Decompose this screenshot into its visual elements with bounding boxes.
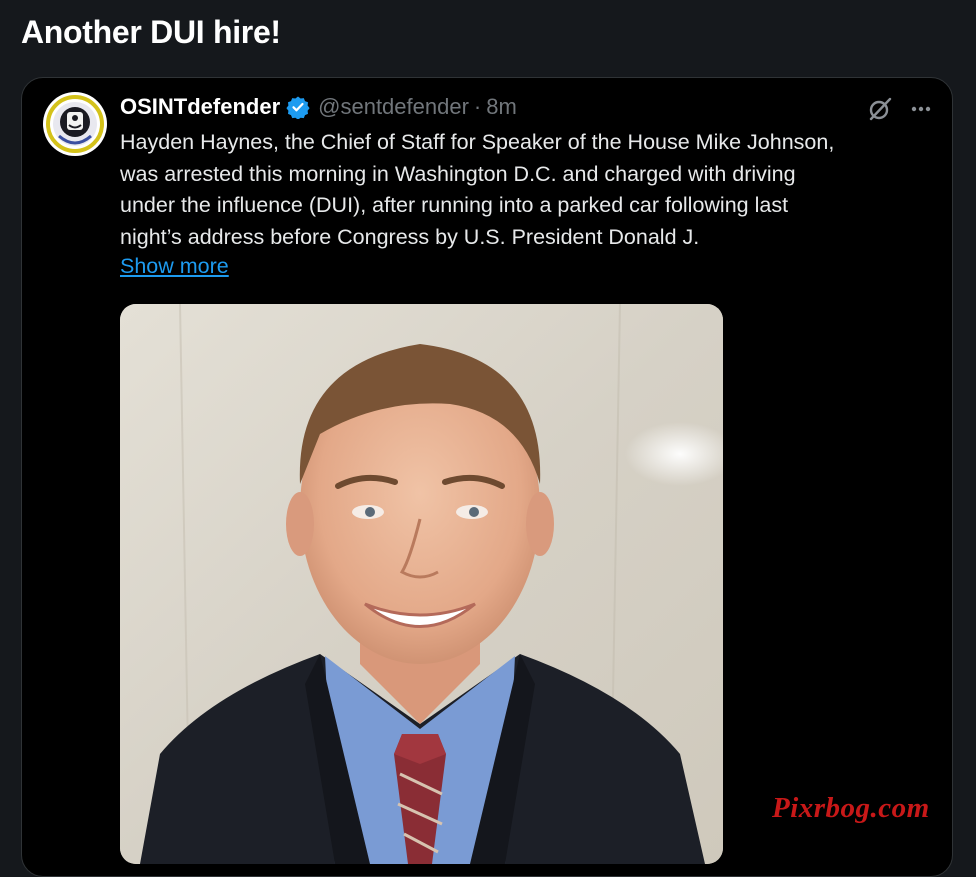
more-options-icon[interactable]	[906, 94, 936, 124]
verified-badge-icon	[286, 95, 310, 120]
handle[interactable]: @sentdefender	[318, 94, 469, 120]
tweet-text-line: was arrested this morning in Washington …	[120, 161, 796, 186]
tweet-text: Hayden Haynes, the Chief of Staff for Sp…	[120, 127, 940, 253]
tweet-text-line: Hayden Haynes, the Chief of Staff for Sp…	[120, 130, 835, 154]
watermark-text: Pixrbog.com	[772, 792, 930, 824]
grok-icon[interactable]	[867, 96, 893, 122]
quoted-tweet-card[interactable]: OSINTdefender @sentdefender · 8m Hayden …	[21, 77, 953, 877]
display-name[interactable]: OSINTdefender	[120, 94, 280, 120]
tweet-photo[interactable]	[120, 304, 723, 864]
post-title: Another DUI hire!	[21, 14, 281, 50]
tweet-author-row: OSINTdefender @sentdefender · 8m	[120, 94, 517, 120]
tweet-text-line: under the influence (DUI), after running…	[120, 193, 789, 217]
tweet-text-line: night’s address before Congress by U.S. …	[120, 224, 700, 249]
show-more-link[interactable]: Show more	[120, 254, 229, 279]
avatar[interactable]	[43, 92, 107, 156]
separator-dot: ·	[473, 94, 482, 119]
timestamp[interactable]: 8m	[486, 94, 517, 120]
